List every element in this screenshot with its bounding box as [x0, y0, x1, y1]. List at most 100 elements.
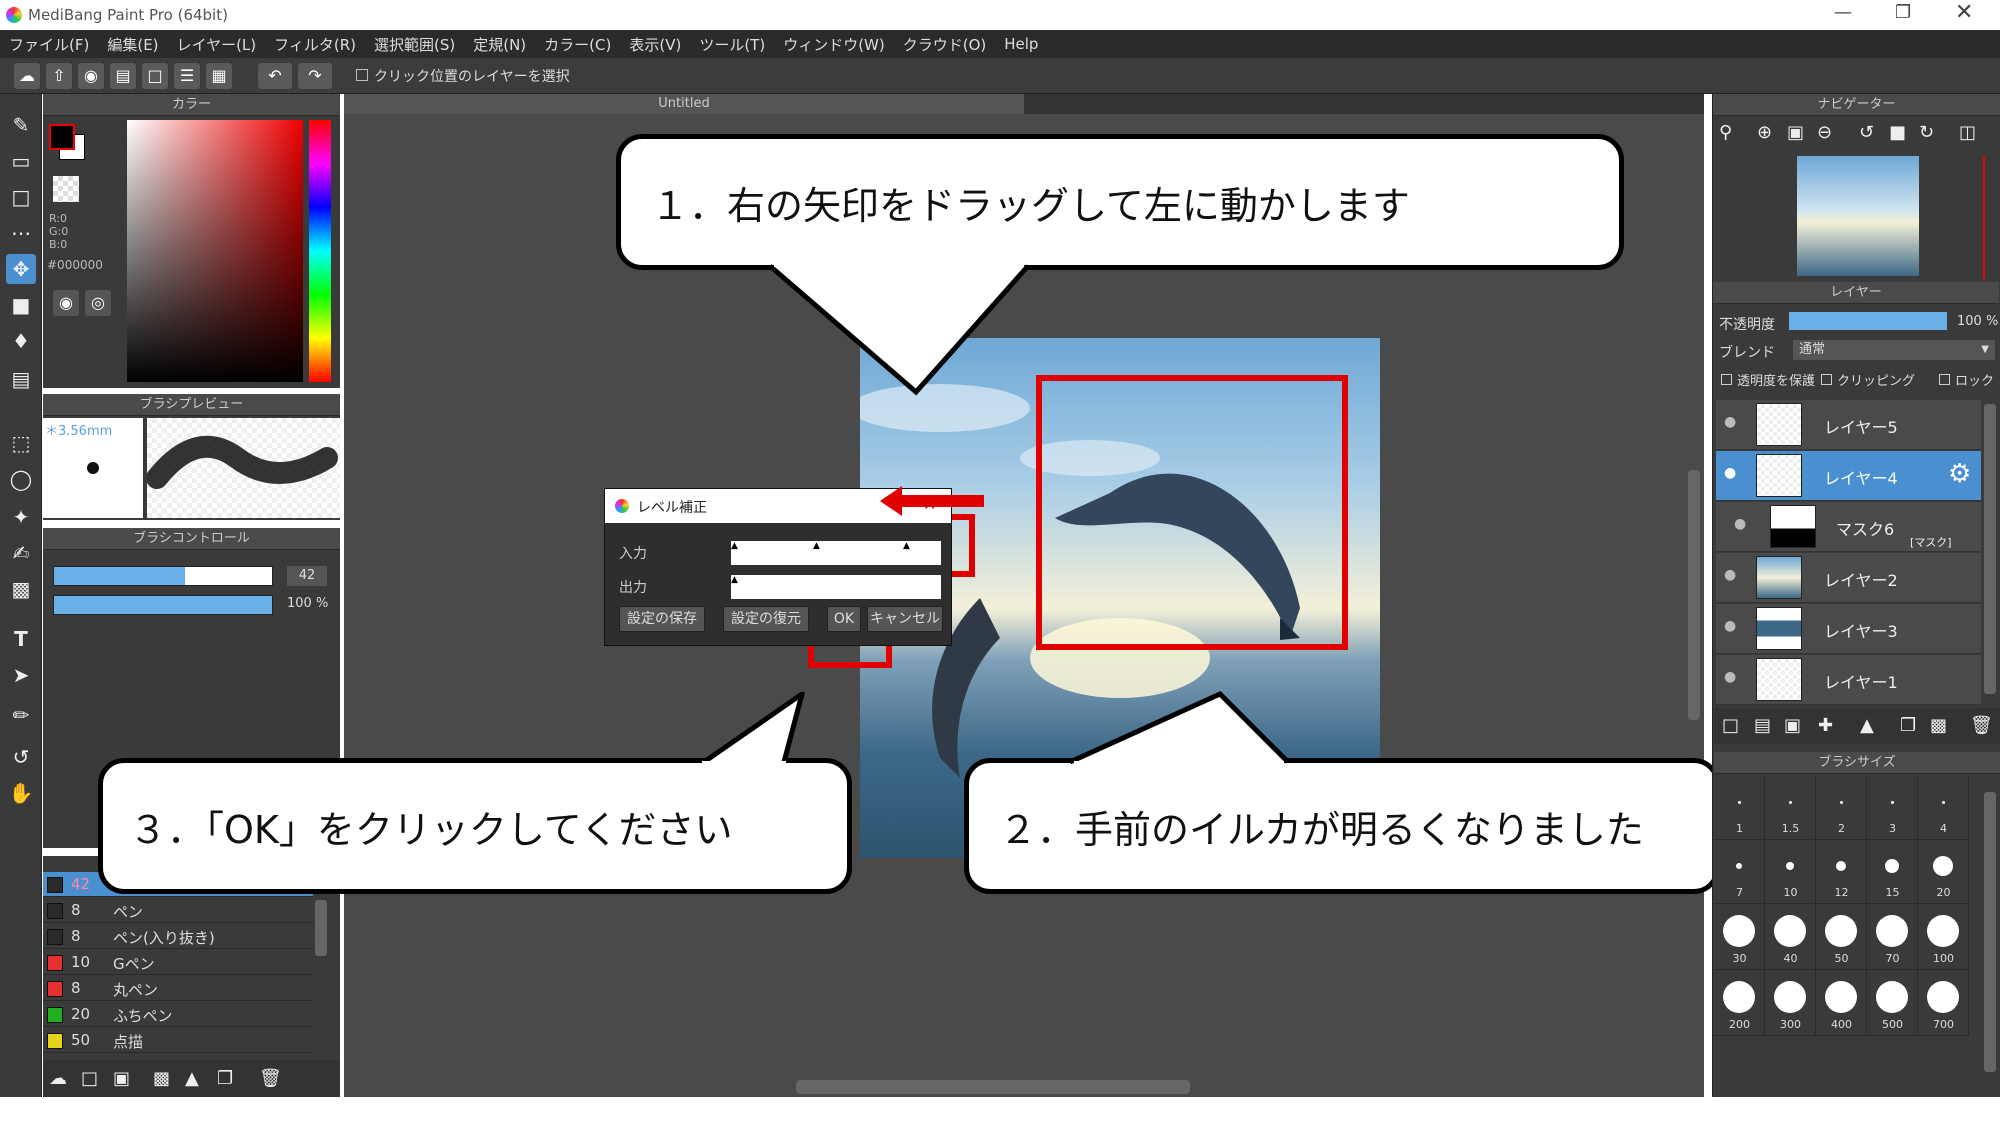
document-icon[interactable]: □ — [142, 63, 168, 89]
brush-size-option[interactable]: 4 — [1918, 776, 1969, 840]
menu-file[interactable]: ファイル(F) — [0, 34, 98, 55]
brush-size-option[interactable]: 100 — [1918, 904, 1969, 970]
restore-icon[interactable]: ❐ — [1895, 2, 1911, 23]
menu-selection[interactable]: 選択範囲(S) — [365, 34, 464, 55]
brush-size-option[interactable]: 10 — [1765, 840, 1816, 904]
new-halftone-layer-icon[interactable]: ▣ — [1784, 715, 1801, 736]
brush-size-option[interactable]: 30 — [1714, 904, 1765, 970]
add-layer-menu-icon[interactable]: ✚ — [1818, 715, 1833, 736]
operation-tool-icon[interactable]: ➤ — [6, 660, 36, 690]
lasso-icon[interactable]: ◯ — [6, 464, 36, 494]
cloud-brush-icon[interactable]: ☁ — [49, 1068, 67, 1089]
hue-slider[interactable] — [309, 120, 331, 382]
visibility-icon[interactable]: ● — [1734, 516, 1746, 532]
brush-size-option[interactable]: 40 — [1765, 904, 1816, 970]
eraser-tool-icon[interactable]: ▭ — [6, 146, 36, 176]
visibility-icon[interactable]: ● — [1724, 465, 1736, 481]
brush-size-slider[interactable] — [53, 566, 273, 586]
brush-tool-icon[interactable]: ✎ — [6, 110, 36, 140]
list-icon[interactable]: ☰ — [174, 63, 200, 89]
select-eraser-icon[interactable]: ▩ — [6, 574, 36, 604]
layer-opacity-slider[interactable] — [1789, 312, 1947, 330]
redo-icon[interactable]: ↷ — [298, 63, 332, 89]
preserve-opacity-checkbox[interactable] — [1721, 374, 1732, 385]
brush-size-option[interactable]: 300 — [1765, 970, 1816, 1036]
input-level-slider[interactable]: ▲ ▲ ▲ — [731, 541, 941, 565]
select-layer-checkbox[interactable] — [356, 69, 368, 81]
eyedropper-icon[interactable]: ↺ — [6, 742, 36, 772]
move-tool-icon[interactable]: ✥ — [6, 254, 36, 284]
copy-brush-icon[interactable]: ❐ — [217, 1068, 233, 1089]
duplicate-layer-icon[interactable]: ❐ — [1900, 715, 1916, 736]
brush-size-value[interactable]: 42 — [287, 566, 327, 586]
text-tool-icon[interactable]: T — [6, 624, 36, 654]
saturation-value-picker[interactable] — [127, 120, 303, 382]
brush-list-scrollbar[interactable] — [315, 900, 327, 956]
clipping-checkbox[interactable] — [1821, 374, 1832, 385]
lock-checkbox[interactable] — [1939, 374, 1950, 385]
delete-layer-icon[interactable]: 🗑 — [1970, 715, 1993, 736]
rotate-right-icon[interactable]: ↻ — [1919, 122, 1934, 143]
grid-icon[interactable]: ▦ — [206, 63, 232, 89]
layer-item[interactable]: ● レイヤー4 ⚙ — [1716, 451, 1981, 501]
upload-icon[interactable]: ⇧ — [46, 63, 72, 89]
brush-size-option[interactable]: 2 — [1816, 776, 1867, 840]
divide-tool-icon[interactable]: ✏ — [6, 700, 36, 730]
bucket-tool-icon[interactable]: ♦ — [6, 326, 36, 356]
layer-scrollbar[interactable] — [1984, 404, 1996, 694]
layer-item[interactable]: ● レイヤー5 — [1716, 400, 1981, 450]
zoom-out-icon[interactable]: ⊖ — [1817, 122, 1832, 143]
save-settings-button[interactable]: 設定の保存 — [619, 606, 705, 632]
canvas-vscroll[interactable] — [1688, 470, 1700, 720]
white-point-handle[interactable]: ▲ — [903, 541, 910, 551]
cloud-icon[interactable]: ☁ — [14, 63, 40, 89]
brush-size-scrollbar[interactable] — [1984, 792, 1996, 1072]
hand-tool-icon[interactable]: ✋ — [6, 778, 36, 808]
midpoint-handle[interactable]: ▲ — [813, 541, 820, 551]
menu-filter[interactable]: フィルタ(R) — [265, 34, 365, 55]
brush-size-option[interactable]: 15 — [1867, 840, 1918, 904]
brush-size-option[interactable]: 70 — [1867, 904, 1918, 970]
menu-edit[interactable]: 編集(E) — [98, 34, 167, 55]
navigator-thumbnail[interactable] — [1797, 156, 1919, 276]
brush-size-option[interactable]: 1.5 — [1765, 776, 1816, 840]
brush-size-option[interactable]: 1 — [1714, 776, 1765, 840]
new-brush-icon[interactable]: □ — [81, 1068, 98, 1089]
visibility-icon[interactable]: ● — [1724, 567, 1736, 583]
brush-item[interactable]: 8 ペン(入り抜き) — [43, 924, 313, 949]
brush-item[interactable]: 50 点描 — [43, 1028, 313, 1053]
canvas-tab[interactable]: Untitled — [344, 94, 1024, 114]
menu-color[interactable]: カラー(C) — [535, 34, 620, 55]
palette-icon[interactable]: ◉ — [53, 290, 79, 316]
palette-settings-icon[interactable]: ◎ — [85, 290, 111, 316]
magic-wand-icon[interactable]: ✦ — [6, 502, 36, 532]
rectangle-tool-icon[interactable]: □ — [6, 182, 36, 212]
ok-button[interactable]: OK — [827, 606, 861, 632]
folder-icon[interactable]: ▲ — [185, 1068, 199, 1089]
brush-settings-icon[interactable]: ▩ — [153, 1068, 170, 1089]
menu-help[interactable]: Help — [995, 35, 1047, 53]
layer-item[interactable]: ● レイヤー3 — [1716, 604, 1981, 654]
canvas-hscroll[interactable] — [796, 1080, 1190, 1094]
brush-size-option[interactable]: 200 — [1714, 970, 1765, 1036]
zoom-in-icon[interactable]: ⊕ — [1757, 122, 1772, 143]
delete-brush-icon[interactable]: 🗑 — [259, 1068, 282, 1089]
output-black-handle[interactable]: ▲ — [731, 575, 738, 585]
select-pen-icon[interactable]: ✍ — [6, 538, 36, 568]
brush-item[interactable]: 8 ペン — [43, 898, 313, 923]
layer-item[interactable]: ● レイヤー2 — [1716, 553, 1981, 603]
rotate-left-icon[interactable]: ↺ — [1859, 122, 1874, 143]
brush-size-option[interactable]: 50 — [1816, 904, 1867, 970]
brush-size-option[interactable]: 3 — [1867, 776, 1918, 840]
brush-size-option[interactable]: 7 — [1714, 840, 1765, 904]
undo-icon[interactable]: ↶ — [258, 63, 292, 89]
black-point-handle[interactable]: ▲ — [731, 541, 738, 551]
zoom-icon[interactable]: ⚲ — [1719, 122, 1732, 143]
cancel-button[interactable]: キャンセル — [867, 606, 943, 632]
new-color-layer-icon[interactable]: ▤ — [1754, 715, 1771, 736]
minimize-icon[interactable]: — — [1834, 2, 1852, 23]
mask-item[interactable]: ● マスク6 [マスク] — [1716, 502, 1981, 552]
brush-size-option[interactable]: 500 — [1867, 970, 1918, 1036]
menu-ruler[interactable]: 定規(N) — [464, 34, 535, 55]
chat-icon[interactable]: ▤ — [110, 63, 136, 89]
